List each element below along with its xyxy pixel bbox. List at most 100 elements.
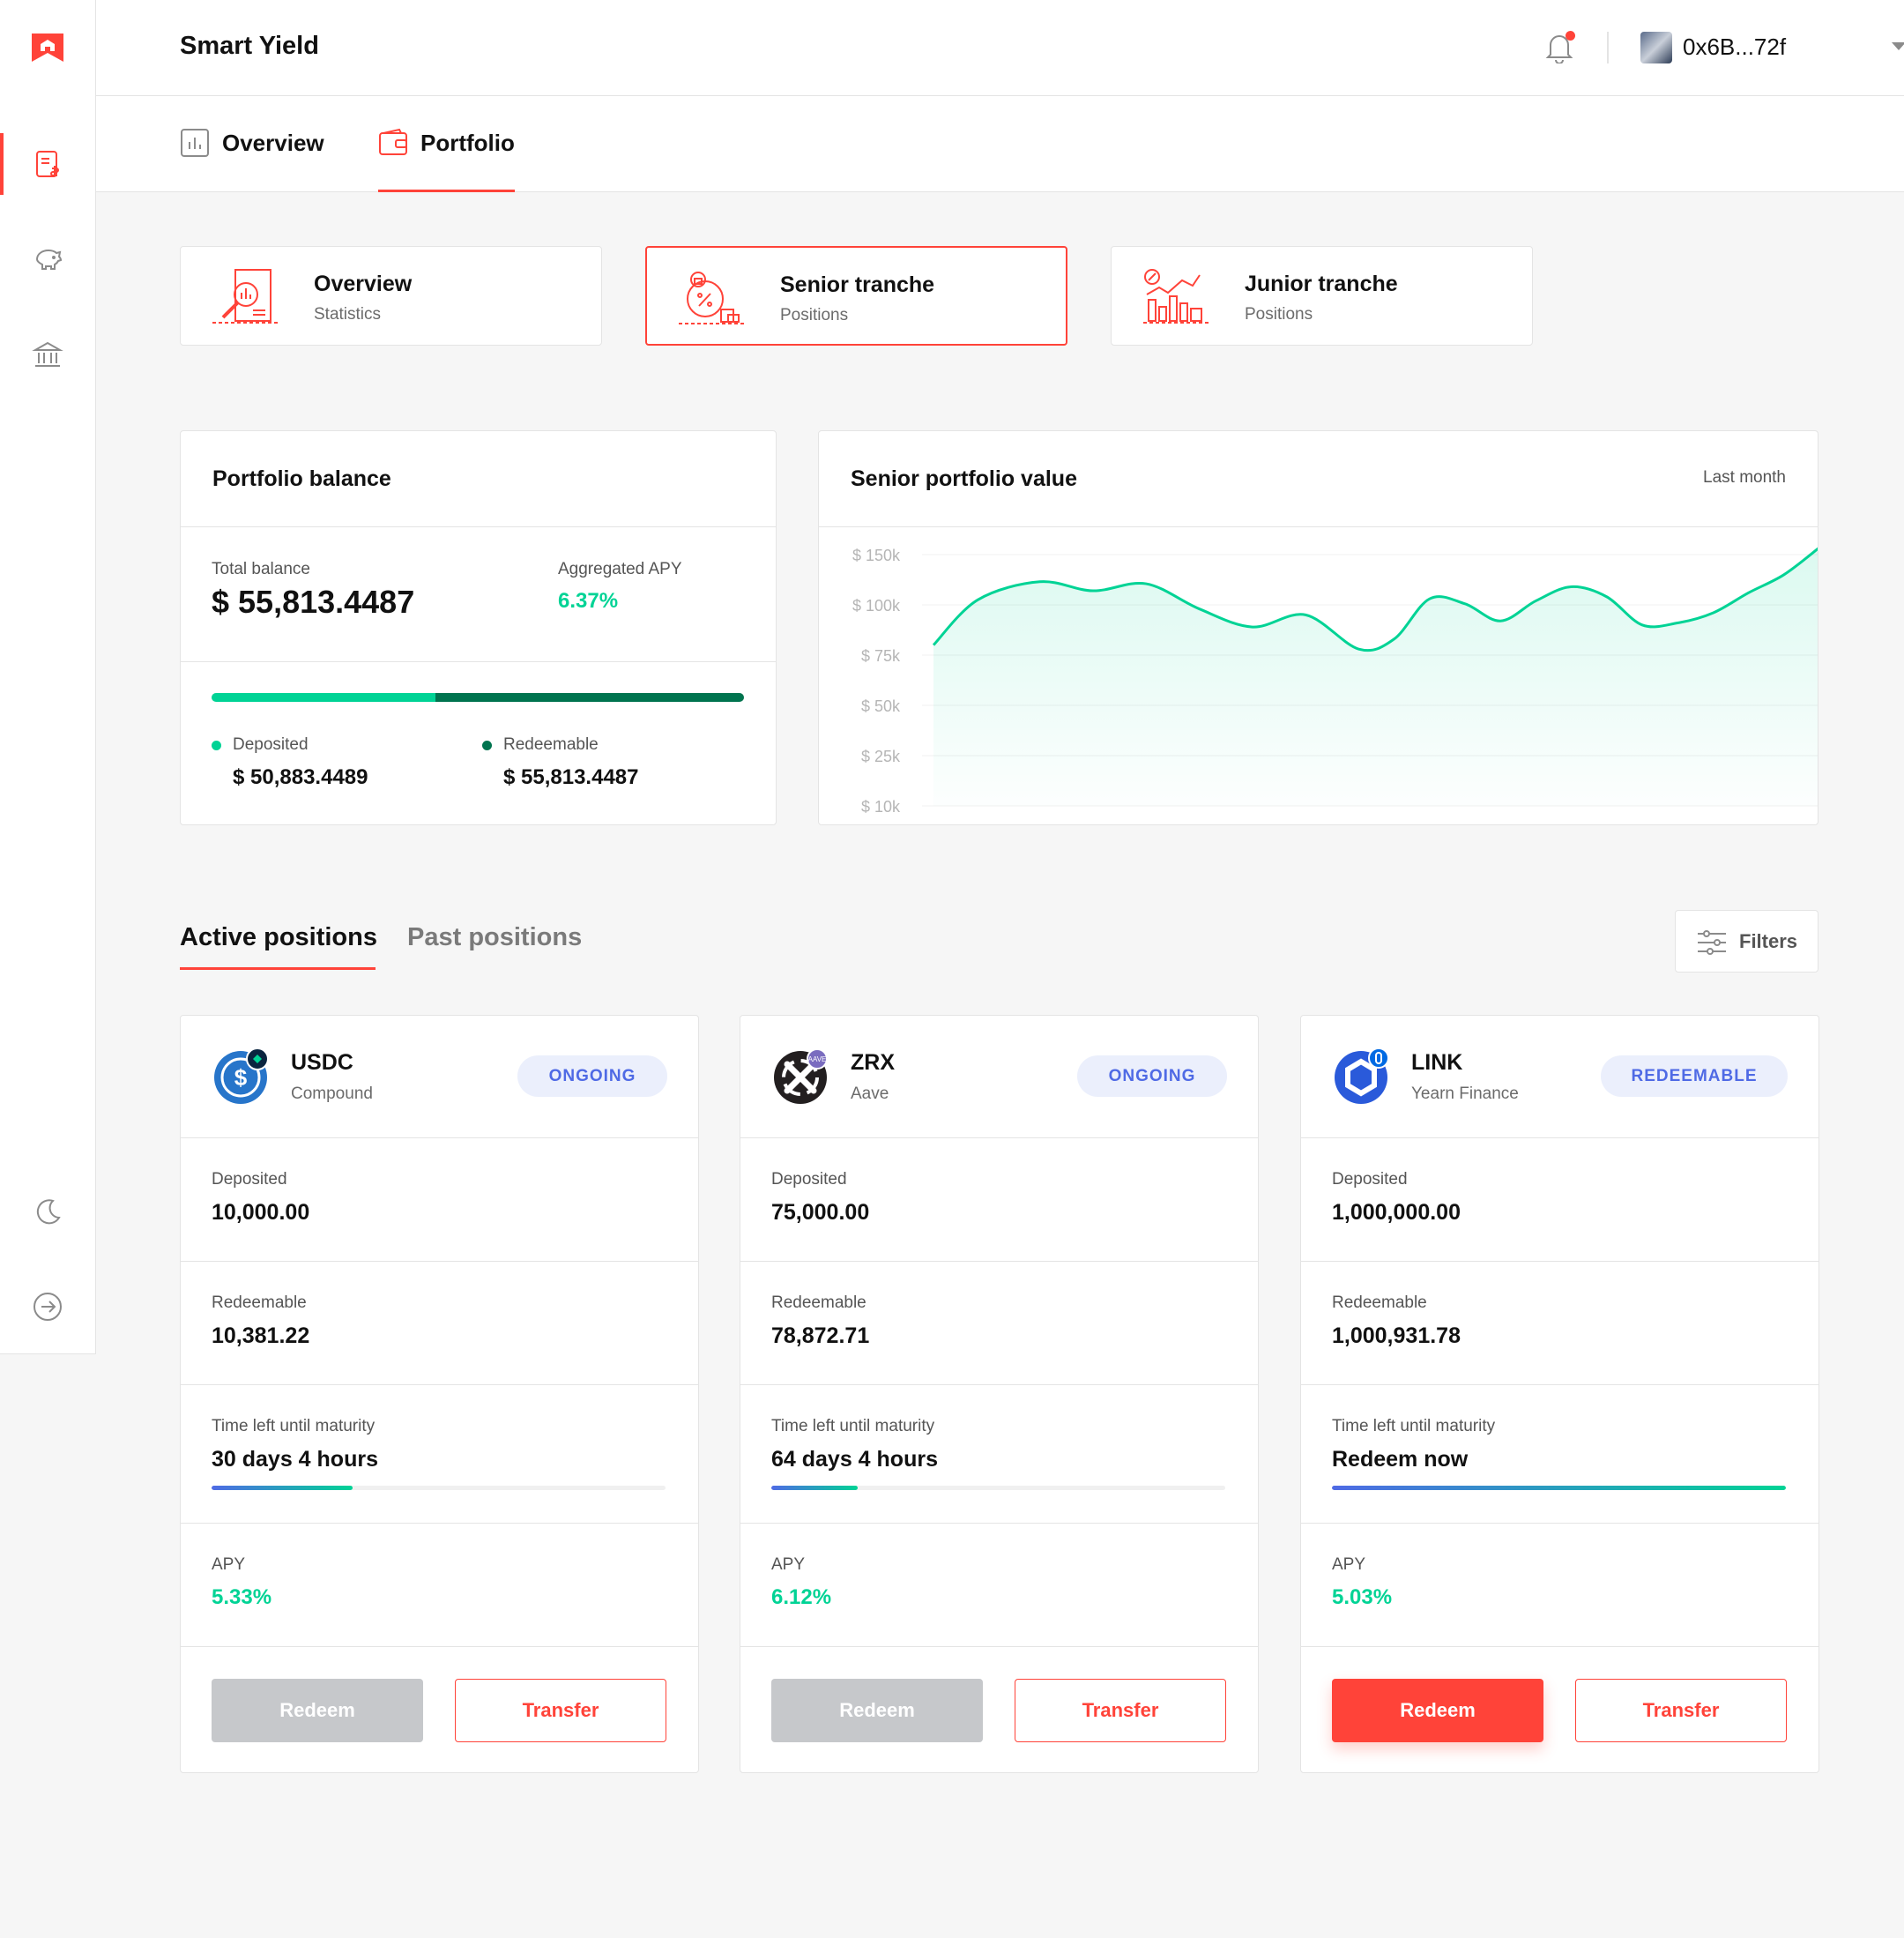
- chart-icon: [181, 129, 209, 157]
- redeemable-value: 78,872.71: [771, 1323, 870, 1348]
- app-title: Smart Yield: [180, 32, 319, 60]
- redeemable-label: Redeemable: [1332, 1293, 1427, 1312]
- redeem-button[interactable]: Redeem: [1332, 1679, 1543, 1742]
- redeemable-value: 10,381.22: [212, 1323, 310, 1348]
- balance-bar: [212, 693, 744, 702]
- filters-icon: [1698, 930, 1726, 955]
- zrx-token-icon: AAVE: [774, 1048, 828, 1104]
- period-selector[interactable]: Last month: [1703, 468, 1786, 488]
- card-header: LINK Yearn Finance REDEEMABLE: [1301, 1016, 1818, 1138]
- maturity-value: 64 days 4 hours: [771, 1447, 938, 1472]
- panel-header: Senior portfolio value Last month: [819, 431, 1818, 527]
- wallet-icon: [379, 128, 407, 155]
- filters-button[interactable]: Filters: [1675, 910, 1818, 973]
- transfer-button[interactable]: Transfer: [455, 1679, 666, 1742]
- token-name: ZRX: [851, 1050, 895, 1075]
- status-badge: REDEEMABLE: [1601, 1055, 1788, 1097]
- category-subtitle: Statistics: [314, 305, 382, 324]
- app-logo-icon[interactable]: [30, 32, 65, 63]
- maturity-label: Time left until maturity: [1332, 1417, 1496, 1435]
- protocol-name: Yearn Finance: [1411, 1085, 1519, 1103]
- apy-label: APY: [212, 1555, 246, 1574]
- sidebar-item-pools[interactable]: [0, 133, 95, 195]
- deposited-value: $ 50,883.4489: [233, 765, 368, 789]
- category-title: Junior tranche: [1245, 272, 1398, 296]
- piggy-bank-icon: [35, 249, 63, 270]
- redeemable-section: Redeemable 10,381.22: [181, 1262, 698, 1385]
- redeem-button[interactable]: Redeem: [771, 1679, 983, 1742]
- deposited-value: 10,000.00: [212, 1200, 310, 1225]
- category-junior-tranche[interactable]: Junior tranche Positions: [1111, 246, 1533, 346]
- portfolio-balance-panel: Portfolio balance Total balance $ 55,813…: [180, 430, 777, 825]
- statistics-icon: [212, 269, 279, 324]
- redeemable-value: $ 55,813.4487: [503, 765, 639, 789]
- redeemable-bar: [435, 693, 744, 702]
- tab-portfolio[interactable]: Portfolio: [378, 128, 515, 192]
- avatar[interactable]: [1640, 32, 1672, 63]
- deposited-label: Deposited: [233, 735, 309, 754]
- usdc-token-icon: $: [214, 1047, 269, 1104]
- y-tick-label: $ 100k: [852, 597, 901, 615]
- sidebar: [0, 0, 96, 1354]
- svg-text:$: $: [234, 1064, 248, 1091]
- panel-header: Portfolio balance: [181, 431, 776, 527]
- protocol-name: Aave: [851, 1085, 889, 1103]
- logout-icon: [33, 1293, 62, 1321]
- link-token-icon: [1335, 1047, 1389, 1104]
- category-senior-tranche[interactable]: Senior tranche Positions: [645, 246, 1067, 346]
- theme-toggle[interactable]: [0, 1181, 95, 1242]
- chevron-down-icon[interactable]: [1892, 42, 1904, 50]
- redeemable-section: Redeemable 1,000,931.78: [1301, 1262, 1818, 1385]
- position-card-zrx: AAVE ZRX Aave ONGOING Deposited 75,000.0…: [740, 1015, 1259, 1773]
- token-name: LINK: [1411, 1050, 1463, 1075]
- transfer-button[interactable]: Transfer: [1015, 1679, 1226, 1742]
- tab-overview-label: Overview: [222, 130, 324, 156]
- redeem-button[interactable]: Redeem: [212, 1679, 423, 1742]
- moon-icon: [36, 1199, 61, 1225]
- deposited-value: 1,000,000.00: [1332, 1200, 1461, 1225]
- sidebar-item-bank[interactable]: [0, 324, 95, 385]
- tab-overview[interactable]: Overview: [180, 128, 324, 192]
- token-name: USDC: [291, 1050, 353, 1075]
- apy-label: APY: [771, 1555, 806, 1574]
- deposited-section: Deposited 10,000.00: [181, 1138, 698, 1262]
- category-subtitle: Positions: [780, 306, 849, 324]
- y-tick-label: $ 10k: [861, 798, 901, 816]
- junior-tranche-icon: [1143, 269, 1210, 324]
- maturity-progress: [212, 1486, 666, 1490]
- total-balance-value: $ 55,813.4487: [212, 584, 415, 620]
- deposited-value: 75,000.00: [771, 1200, 870, 1225]
- notification-dot: [1566, 31, 1575, 41]
- top-bar: Smart Yield 0x6B...72f: [96, 0, 1904, 96]
- redeemable-label: Redeemable: [503, 735, 599, 754]
- y-tick-label: $ 75k: [861, 647, 901, 665]
- wallet-address[interactable]: 0x6B...72f: [1683, 34, 1786, 61]
- deposited-label: Deposited: [1332, 1170, 1408, 1189]
- transfer-button[interactable]: Transfer: [1575, 1679, 1787, 1742]
- maturity-section: Time left until maturity 30 days 4 hours: [181, 1385, 698, 1524]
- redeemable-dot: [482, 741, 492, 750]
- category-overview[interactable]: Overview Statistics: [180, 246, 602, 346]
- senior-portfolio-value-panel: Senior portfolio value Last month $ 150k…: [818, 430, 1818, 825]
- deposited-section: Deposited 75,000.00: [740, 1138, 1258, 1262]
- tab-active-positions[interactable]: Active positions: [180, 923, 377, 952]
- tab-past-positions[interactable]: Past positions: [407, 923, 582, 952]
- maturity-progress: [771, 1486, 1225, 1490]
- card-header: AAVE ZRX Aave ONGOING: [740, 1016, 1258, 1138]
- logout-button[interactable]: [0, 1276, 95, 1338]
- sidebar-item-piggy-bank[interactable]: [0, 228, 95, 290]
- protocol-name: Compound: [291, 1085, 373, 1103]
- maturity-section: Time left until maturity Redeem now: [1301, 1385, 1818, 1524]
- chart-title: Senior portfolio value: [851, 466, 1077, 491]
- maturity-value: Redeem now: [1332, 1447, 1469, 1472]
- position-card-link: LINK Yearn Finance REDEEMABLE Deposited …: [1300, 1015, 1819, 1773]
- apy-section: APY 5.03%: [1301, 1524, 1818, 1647]
- y-tick-label: $ 50k: [861, 697, 901, 715]
- sub-navigation: Overview Portfolio: [96, 96, 1904, 192]
- apy-value: 5.33%: [212, 1585, 272, 1609]
- active-tab-underline: [180, 967, 376, 970]
- redeemable-section: Redeemable 78,872.71: [740, 1262, 1258, 1385]
- apy-value: 5.03%: [1332, 1585, 1393, 1609]
- category-title: Senior tranche: [780, 272, 935, 297]
- divider: [1607, 32, 1609, 63]
